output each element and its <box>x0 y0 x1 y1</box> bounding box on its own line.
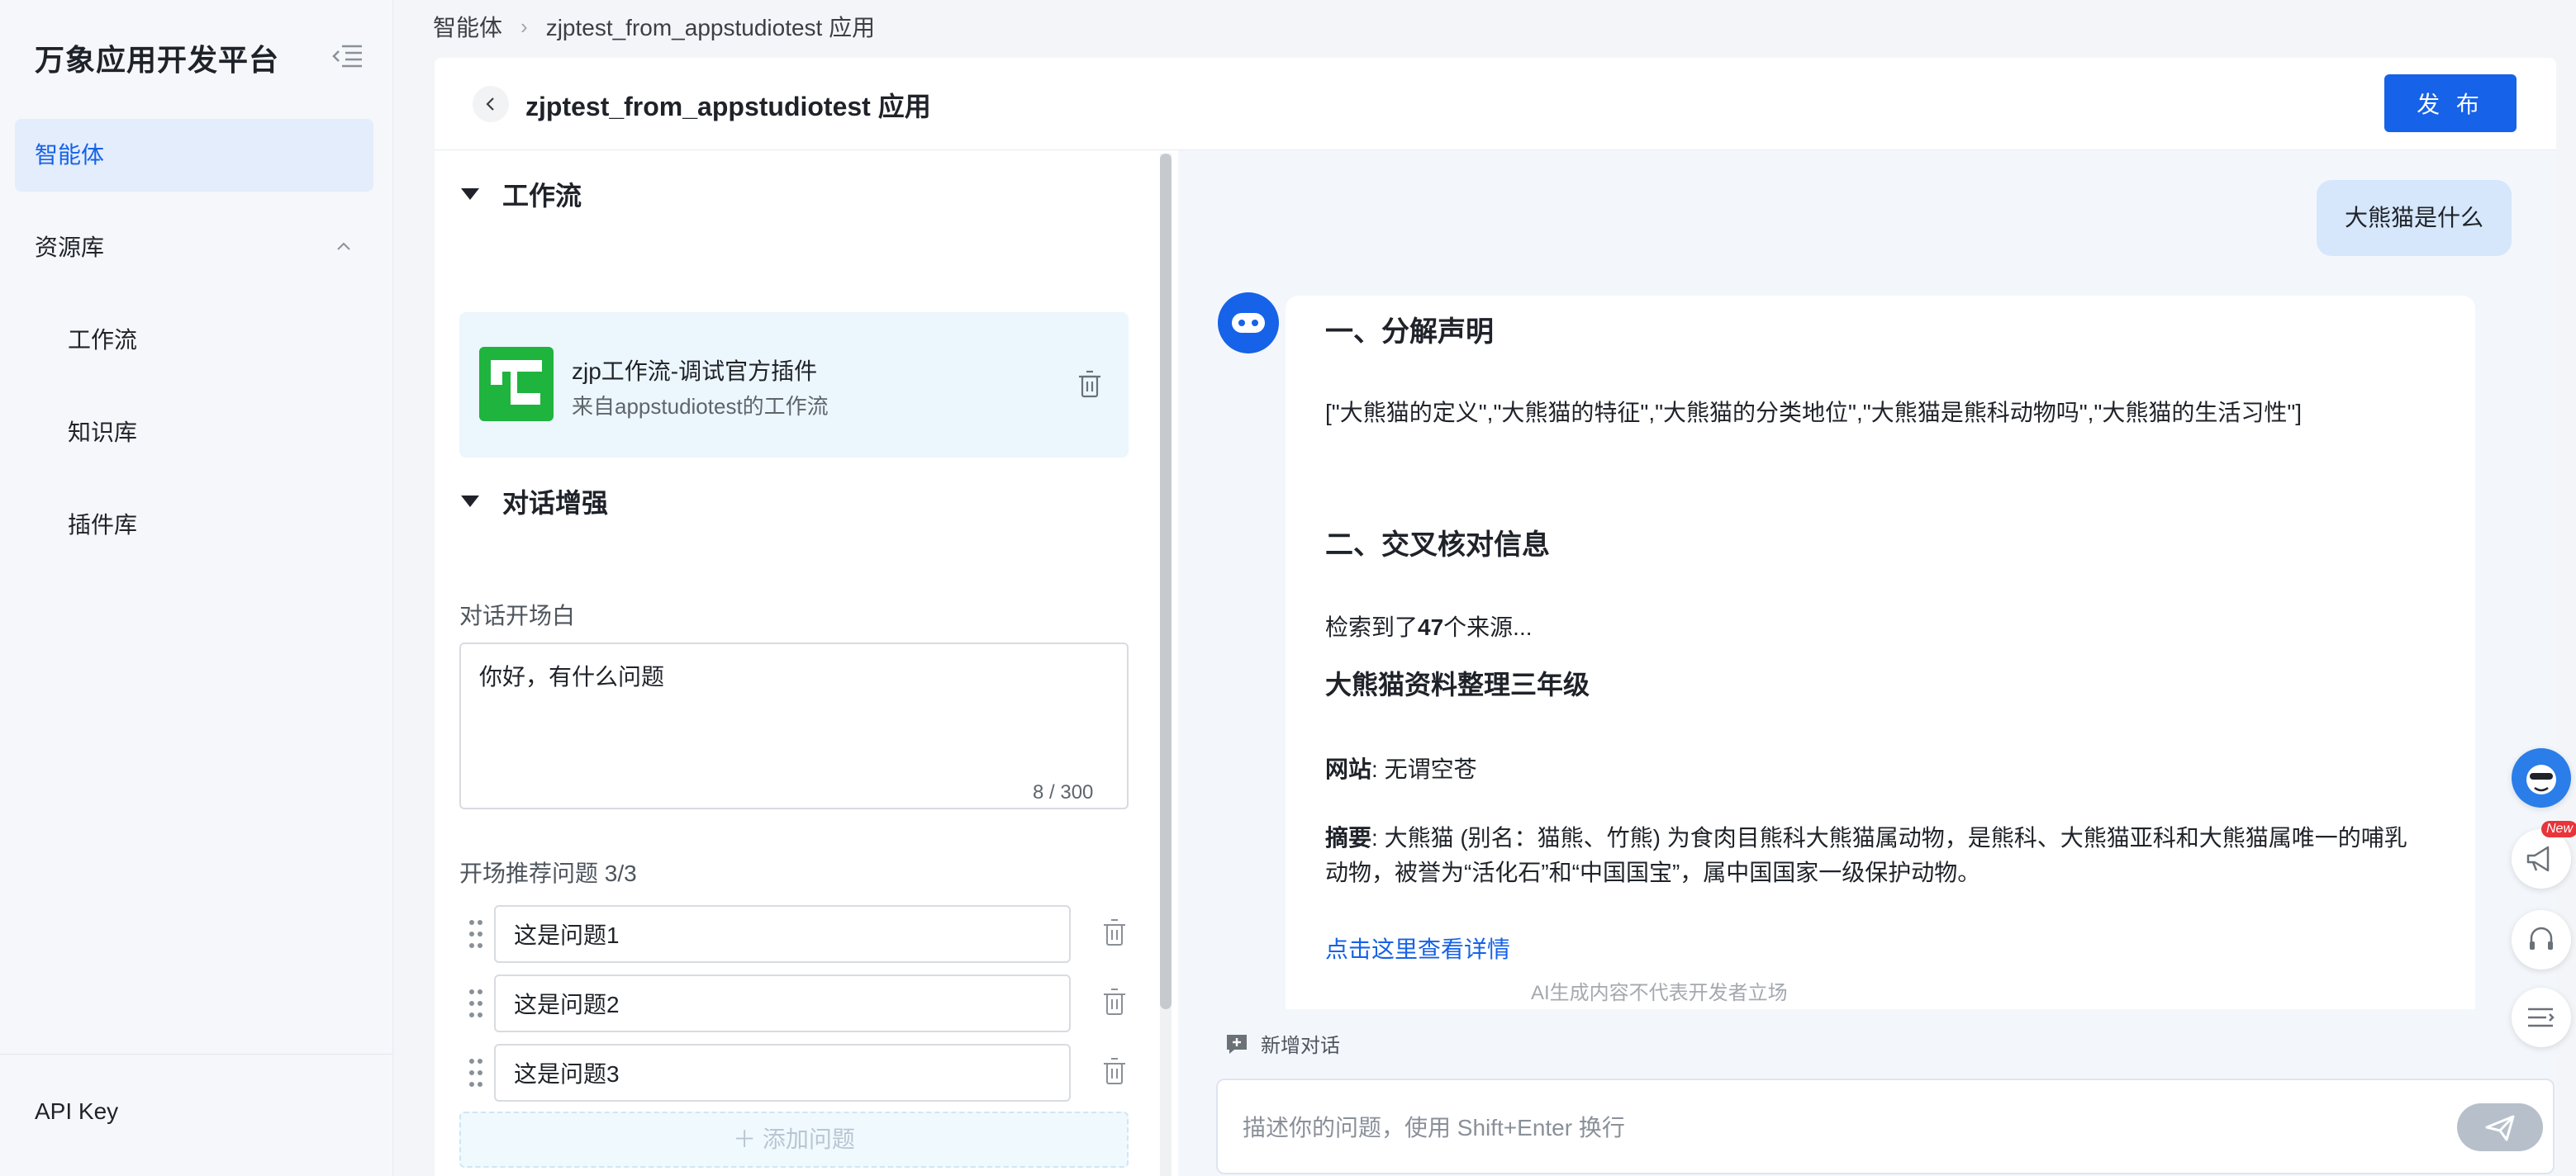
breadcrumb-agents[interactable]: 智能体 <box>433 10 502 43</box>
app-header: zjptest_from_appstudiotest 应用 发 布 <box>435 58 2556 150</box>
collapse-sidebar-icon[interactable] <box>330 41 365 71</box>
chevron-left-icon <box>486 97 494 111</box>
chat-panel: 大熊猫是什么 一、分解声明 ["大熊猫的定义","大熊猫的特征","大熊猫的分类… <box>1178 150 2556 1176</box>
decomposition-text: ["大熊猫的定义","大熊猫的特征","大熊猫的分类地位","大熊猫是熊科动物吗… <box>1325 400 2303 425</box>
breadcrumb-current: zjptest_from_appstudiotest 应用 <box>545 15 876 40</box>
char-count: 8 / 300 <box>1033 781 1094 804</box>
plus-icon: ＋ <box>733 1126 763 1152</box>
announcement-icon[interactable] <box>2512 829 2571 889</box>
drag-handle-icon[interactable] <box>468 1057 484 1088</box>
brand-title: 万象应用开发平台 <box>35 43 280 77</box>
sidebar-item-api-key[interactable]: API Key <box>15 1075 373 1148</box>
question-row <box>468 905 1129 963</box>
trash-icon[interactable] <box>1102 988 1127 1017</box>
suggest-label: 开场推荐问题 3/3 <box>459 861 637 886</box>
headset-icon[interactable] <box>2512 910 2571 970</box>
breadcrumb: 智能体 › zjptest_from_appstudiotest 应用 <box>433 10 875 43</box>
sidebar-item-plugins[interactable]: 插件库 <box>15 489 373 562</box>
caret-down-icon <box>461 188 479 200</box>
workflow-section-title: 工作流 <box>502 181 582 211</box>
drag-handle-icon[interactable] <box>468 988 484 1019</box>
summary-text: 摘要: 大熊猫 (别名：猫熊、竹熊) 为食肉目熊科大熊猫属动物，是熊科、大熊猫亚… <box>1325 825 2407 885</box>
send-icon <box>2485 1115 2515 1141</box>
trash-icon[interactable] <box>1102 1057 1127 1087</box>
publish-button[interactable]: 发 布 <box>2384 74 2517 132</box>
sidebar-item-resources[interactable]: 资源库 <box>15 211 373 284</box>
drag-handle-icon[interactable] <box>468 918 484 950</box>
opening-textarea[interactable]: 你好，有什么问题 <box>459 643 1129 809</box>
question-row <box>468 1044 1129 1102</box>
chat-fade <box>1178 1009 2556 1059</box>
send-button[interactable] <box>2457 1103 2543 1151</box>
workflow-card[interactable]: zjp工作流-调试官方插件 来自appstudiotest的工作流 <box>459 312 1129 458</box>
sidebar-item-knowledge[interactable]: 知识库 <box>15 396 373 469</box>
ai-disclaimer: AI生成内容不代表开发者立场 <box>1531 982 1788 1004</box>
answer-heading-2: 二、交叉核对信息 <box>1325 529 1550 561</box>
new-badge: New <box>2541 821 2576 837</box>
sidebar-divider <box>0 1054 393 1055</box>
chevron-right-icon: › <box>520 13 528 39</box>
question-row <box>468 974 1129 1032</box>
dialog-section-toggle[interactable]: 对话增强 <box>461 482 608 520</box>
dialog-section-title: 对话增强 <box>502 488 609 518</box>
config-scrollbar[interactable] <box>1160 154 1172 1176</box>
trash-icon[interactable] <box>1102 918 1127 948</box>
page-title: zjptest_from_appstudiotest 应用 <box>525 92 931 121</box>
sidebar: 万象应用开发平台 智能体 资源库 工作流 知识库 插件库 API Key <box>0 0 393 1176</box>
chat-input-box <box>1216 1079 2555 1174</box>
detail-link[interactable]: 点击这里查看详情 <box>1325 932 1510 965</box>
chat-input[interactable] <box>1243 1105 2416 1151</box>
bot-avatar-icon <box>1218 292 1279 353</box>
new-chat-button[interactable]: 新增对话 <box>1224 1029 1340 1058</box>
user-message: 大熊猫是什么 <box>2316 180 2512 256</box>
chevron-up-icon <box>337 242 350 250</box>
answer-card: 一、分解声明 ["大熊猫的定义","大熊猫的特征","大熊猫的分类地位","大熊… <box>1286 296 2475 1039</box>
sidebar-item-label: 资源库 <box>35 235 105 260</box>
back-button[interactable] <box>473 86 509 122</box>
result-title: 大熊猫资料整理三年级 <box>1325 670 1590 699</box>
scrollbar-thumb[interactable] <box>1160 154 1172 1009</box>
trash-icon[interactable] <box>1076 370 1104 400</box>
workflow-icon <box>479 347 554 421</box>
question-input[interactable] <box>494 974 1071 1032</box>
sources-line: 检索到了47个来源... <box>1325 614 1533 640</box>
main-panel: zjptest_from_appstudiotest 应用 发 布 工作流 zj… <box>435 58 2556 1176</box>
workflow-name: zjp工作流-调试官方插件 <box>572 358 818 384</box>
opening-label: 对话开场白 <box>459 603 576 628</box>
question-input[interactable] <box>494 1044 1071 1102</box>
add-question-button[interactable]: ＋ 添加问题 <box>459 1112 1129 1168</box>
site-line: 网站: 无谓空苍 <box>1325 756 1477 782</box>
sidebar-item-agents[interactable]: 智能体 <box>15 119 373 192</box>
add-question-label: 添加问题 <box>762 1126 855 1152</box>
sidebar-item-workflow[interactable]: 工作流 <box>15 304 373 377</box>
assistant-avatar-icon[interactable] <box>2512 748 2571 808</box>
question-input[interactable] <box>494 905 1071 963</box>
workflow-section-toggle[interactable]: 工作流 <box>461 175 582 213</box>
answer-heading-1: 一、分解声明 <box>1325 316 1494 348</box>
new-chat-label: 新增对话 <box>1261 1035 1340 1057</box>
new-chat-icon <box>1227 1034 1247 1054</box>
caret-down-icon <box>461 496 479 507</box>
menu-list-icon[interactable] <box>2512 988 2571 1047</box>
config-panel: 工作流 zjp工作流-调试官方插件 来自appstudiotest的工作流 对话… <box>435 150 1157 1176</box>
workflow-source: 来自appstudiotest的工作流 <box>572 394 829 419</box>
